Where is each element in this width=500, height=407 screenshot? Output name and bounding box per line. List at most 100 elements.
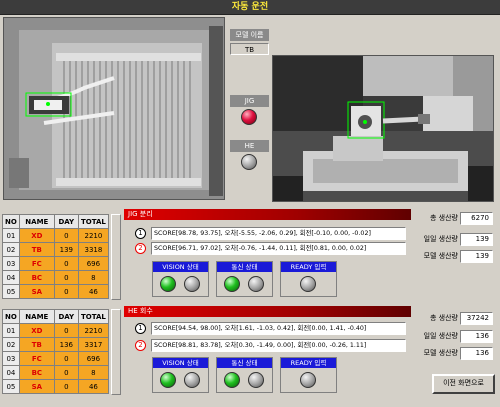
cell-total: 8 [77,270,110,285]
cell-day: 0 [53,351,79,366]
cell-total: 2210 [77,323,110,338]
he-daily-production-label: 일일 생산량 [423,332,458,340]
cell-day: 0 [53,228,79,243]
cell-total: 3317 [77,337,110,352]
camera-view-left [3,17,225,200]
jig-label: JIG [230,95,269,107]
cell-no: 01 [2,323,20,338]
cell-total: 8 [77,365,110,380]
cell-name: BC [18,270,55,285]
cell-no: 04 [2,270,20,285]
cell-name: TB [18,337,55,352]
he-vision-status: VISION 상태 [152,357,209,393]
cell-no: 05 [2,284,20,299]
jig-comm-status: 통신 상태 [216,261,273,297]
back-to-previous-screen-button[interactable]: 이전 화면으로 [432,374,495,394]
model-name-label: 모델 이름 [230,29,269,41]
he-section-header: HE 회수 [124,306,411,317]
jig-model-production-label: 모델 생산량 [423,252,458,260]
comm-lamp-2 [248,276,264,292]
cell-no: 02 [2,242,20,257]
he-score-line-1: SCORE[94.54, 98.00], 오차[1.61, -1.03, 0.4… [151,322,406,335]
ready-lamp [300,276,316,292]
table-row[interactable]: 04 BC 0 8 [2,270,110,285]
ready-input-label: READY 입력 [281,262,336,272]
column-header-total: TOTAL [77,309,110,324]
table-row[interactable]: 02 TB 136 3317 [2,337,110,352]
jig-daily-production-value: 139 [460,233,493,246]
window-title: 자동 운전 [0,0,500,15]
he-score-line-2: SCORE[98.81, 83.78], 오차[0.30, -1.49, 0.0… [151,339,406,352]
model-table-jig: NO NAME DAY TOTAL 01 XD 0 2210 02 TB 139 3318 … [2,214,110,299]
cell-day: 0 [53,323,79,338]
table-header-row: NO NAME DAY TOTAL [2,309,110,324]
comm-status-label: 통신 상태 [217,262,272,272]
cell-name: XD [18,228,55,243]
column-header-no: NO [2,309,20,324]
cell-no: 03 [2,351,20,366]
cell-day: 0 [53,284,79,299]
he-comm-status: 통신 상태 [216,357,273,393]
cell-no: 05 [2,379,20,394]
table-row[interactable]: 03 FC 0 696 [2,351,110,366]
table-row[interactable]: 05 SA 0 46 [2,284,110,299]
table-row[interactable]: 04 BC 0 8 [2,365,110,380]
jig-ready-input: READY 입력 [280,261,337,297]
vision-status-label: VISION 상태 [153,262,208,272]
cell-total: 46 [77,284,110,299]
cell-name: XD [18,323,55,338]
vision-status-label: VISION 상태 [153,358,208,368]
table-row[interactable]: 01 XD 0 2210 [2,228,110,243]
table-scrollbar-he[interactable] [111,309,121,395]
jig-daily-production-label: 일일 생산량 [423,235,458,243]
column-header-name: NAME [18,214,55,229]
table-row[interactable]: 03 FC 0 696 [2,256,110,271]
score-index-1: 1 [135,323,146,334]
he-ready-input: READY 입력 [280,357,337,393]
table-row[interactable]: 02 TB 139 3318 [2,242,110,257]
jig-status-lamp [241,109,257,125]
jig-score-line-2: SCORE[96.71, 97.02], 오차[-0.76, -1.44, 0.… [151,242,406,255]
cell-total: 46 [77,379,110,394]
table-scrollbar-jig[interactable] [111,214,121,300]
vision-lamp-2 [184,372,200,388]
jig-section-header: JIG 분리 [124,209,411,220]
cell-name: TB [18,242,55,257]
camera-view-right [272,55,494,202]
cell-day: 0 [53,270,79,285]
column-header-day: DAY [53,309,79,324]
cell-total: 696 [77,256,110,271]
vision-lamp-1 [160,372,176,388]
cell-day: 136 [53,337,79,352]
model-table-he: NO NAME DAY TOTAL 01 XD 0 2210 02 TB 136 3317 … [2,309,110,394]
jig-model-production-value: 139 [460,250,493,263]
table-row[interactable]: 01 XD 0 2210 [2,323,110,338]
column-header-no: NO [2,214,20,229]
comm-lamp-1 [224,372,240,388]
cell-total: 2210 [77,228,110,243]
table-row[interactable]: 05 SA 0 46 [2,379,110,394]
cell-day: 0 [53,379,79,394]
cell-no: 03 [2,256,20,271]
score-index-1: 1 [135,228,146,239]
cell-no: 02 [2,337,20,352]
cell-day: 0 [53,256,79,271]
ready-input-label: READY 입력 [281,358,336,368]
jig-score-line-1: SCORE[98.78, 93.75], 오차[-5.55, -2.06, 0.… [151,227,406,240]
column-header-name: NAME [18,309,55,324]
comm-status-label: 통신 상태 [217,358,272,368]
vision-lamp-1 [160,276,176,292]
comm-lamp-2 [248,372,264,388]
table-header-row: NO NAME DAY TOTAL [2,214,110,229]
cell-no: 01 [2,228,20,243]
cell-name: FC [18,351,55,366]
cell-name: SA [18,284,55,299]
model-name-value: TB [230,43,269,55]
cell-day: 0 [53,365,79,380]
cell-total: 696 [77,351,110,366]
column-header-day: DAY [53,214,79,229]
he-total-production-label: 총 생산량 [430,314,458,322]
he-model-production-label: 모델 생산량 [423,349,458,357]
cell-day: 139 [53,242,79,257]
score-index-2: 2 [135,340,146,351]
